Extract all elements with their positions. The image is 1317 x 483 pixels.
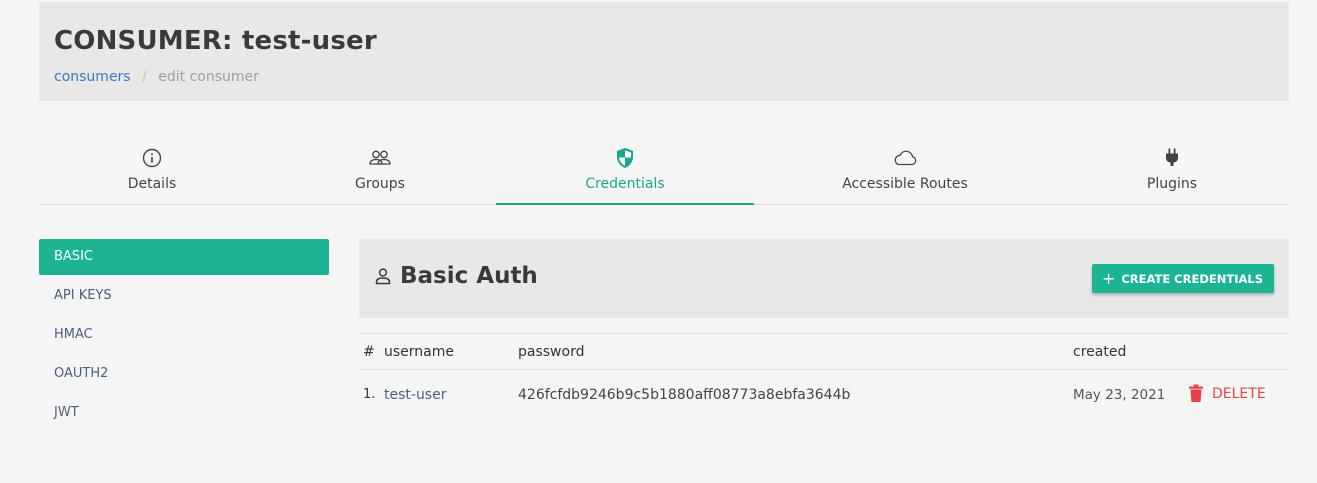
- credential-type-nav: BASIC API KEYS HMAC OAUTH2 JWT: [39, 239, 329, 434]
- breadcrumb-consumers-link[interactable]: consumers: [54, 69, 131, 85]
- shield-icon: [615, 146, 635, 170]
- tab-credentials[interactable]: Credentials: [496, 140, 754, 205]
- row-username: test-user: [384, 387, 447, 403]
- row-number: 1.: [363, 387, 376, 402]
- tab-groups-label: Groups: [355, 176, 405, 192]
- consumer-tabs: Details Groups Credentials Accessible Ro…: [39, 140, 1289, 205]
- tab-accessible-routes-label: Accessible Routes: [842, 176, 968, 192]
- tab-accessible-routes[interactable]: Accessible Routes: [835, 140, 975, 205]
- breadcrumb: consumers / edit consumer: [54, 69, 259, 85]
- page-header: CONSUMER: test-user consumers / edit con…: [39, 2, 1289, 101]
- panel-header: Basic Auth + CREATE CREDENTIALS: [359, 239, 1289, 318]
- breadcrumb-current: edit consumer: [158, 69, 259, 85]
- tab-plugins[interactable]: Plugins: [1132, 140, 1212, 205]
- breadcrumb-separator: /: [142, 69, 147, 85]
- sidenav-item-oauth2[interactable]: OAUTH2: [39, 356, 329, 392]
- trash-icon: [1188, 384, 1204, 403]
- sidenav-item-basic[interactable]: BASIC: [39, 239, 329, 275]
- page-title: CONSUMER: test-user: [54, 26, 377, 56]
- users-icon: [368, 146, 392, 170]
- column-header-password: password: [518, 344, 585, 360]
- row-password: 426fcfdb9246b9c5b1880aff08773a8ebfa3644b: [518, 387, 851, 403]
- create-credentials-label: CREATE CREDENTIALS: [1121, 271, 1263, 286]
- plug-icon: [1164, 146, 1180, 170]
- cloud-icon: [892, 146, 918, 170]
- tab-plugins-label: Plugins: [1146, 176, 1198, 192]
- sidenav-item-hmac[interactable]: HMAC: [39, 317, 329, 353]
- column-header-num: #: [363, 344, 375, 360]
- tab-credentials-label: Credentials: [585, 176, 665, 192]
- panel-title-text: Basic Auth: [400, 263, 538, 289]
- delete-label: DELETE: [1212, 385, 1266, 402]
- column-header-username: username: [384, 344, 454, 360]
- table-header-row: # username password created: [359, 334, 1289, 370]
- panel-title: Basic Auth: [374, 263, 538, 289]
- plus-icon: +: [1101, 269, 1116, 288]
- info-circle-icon: [142, 146, 162, 170]
- delete-button[interactable]: DELETE: [1188, 384, 1266, 403]
- row-created: May 23, 2021: [1073, 387, 1166, 403]
- user-icon: [374, 267, 392, 285]
- table-row: 1. test-user 426fcfdb9246b9c5b1880aff087…: [359, 370, 1289, 420]
- credentials-table: # username password created 1. test-user…: [359, 333, 1289, 420]
- tab-groups[interactable]: Groups: [340, 140, 420, 205]
- tab-details-label: Details: [127, 176, 177, 192]
- column-header-created: created: [1073, 344, 1127, 360]
- sidenav-item-api-keys[interactable]: API KEYS: [39, 278, 329, 314]
- create-credentials-button[interactable]: + CREATE CREDENTIALS: [1091, 264, 1274, 293]
- tab-details[interactable]: Details: [112, 140, 192, 205]
- sidenav-item-jwt[interactable]: JWT: [39, 395, 329, 431]
